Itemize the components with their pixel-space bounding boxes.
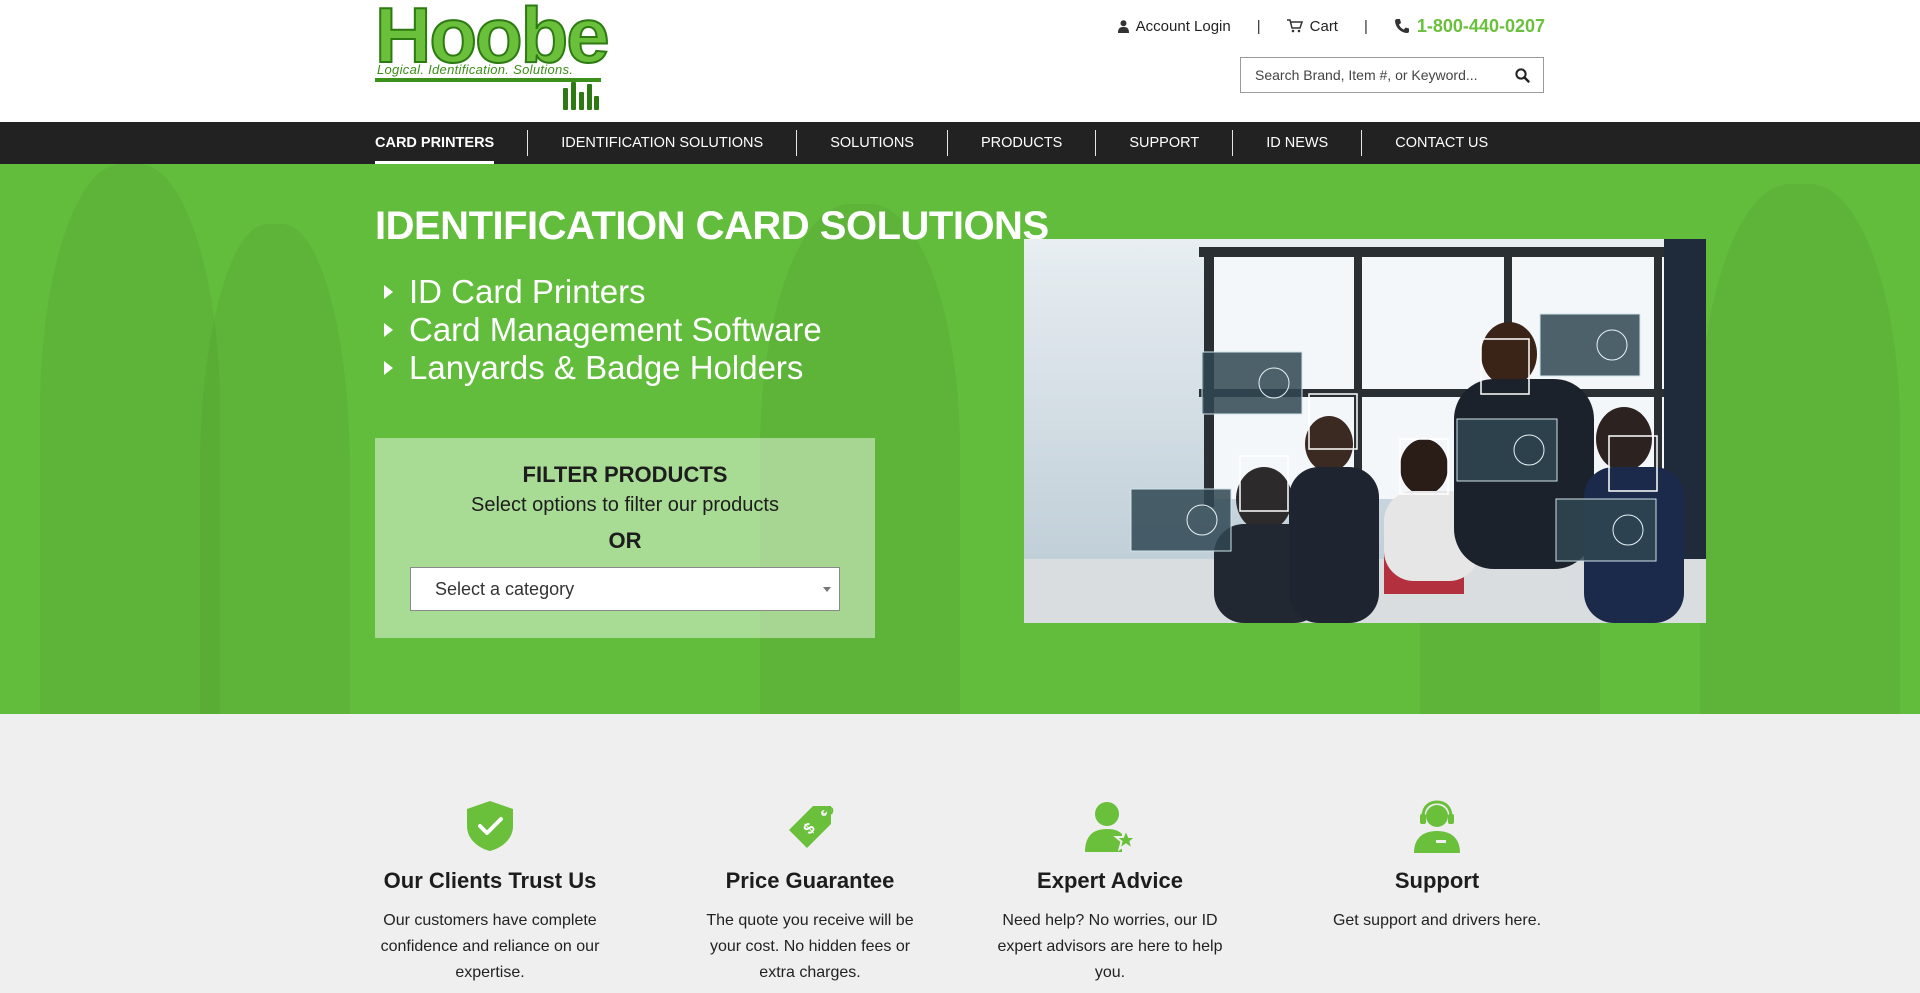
hoobe-logo[interactable]: Hoobe Logical. Identification. Solutions…: [374, 0, 611, 110]
feature-text: The quote you receive will be your cost.…: [706, 912, 914, 981]
search-button[interactable]: [1501, 58, 1543, 92]
hero-photo-face-recognition: [1024, 239, 1706, 623]
nav-divider: [946, 130, 948, 156]
background-figure: [1700, 184, 1900, 714]
cart-link[interactable]: Cart: [1286, 17, 1338, 35]
chevron-down-icon: [823, 586, 831, 592]
feature-text: Get support and drivers here.: [1332, 912, 1542, 929]
user-icon: [1117, 19, 1129, 33]
hero-link-card-management-software[interactable]: Card Management Software: [384, 311, 822, 349]
nav-item-card-printers[interactable]: CARD PRINTERS: [375, 122, 495, 164]
price-tag-icon: $: [789, 806, 834, 848]
feature-text: Need help? No worries, our ID expert adv…: [997, 912, 1223, 981]
nav-divider: [796, 130, 798, 156]
feature-clients-trust: Our Clients Trust Us Our customers have …: [370, 800, 610, 986]
hero-link-label: Lanyards & Badge Holders: [409, 349, 804, 386]
phone-number: 1-800-440-0207: [1416, 15, 1545, 36]
account-login-link[interactable]: Account Login: [1117, 17, 1231, 35]
site-header: Hoobe Logical. Identification. Solutions…: [0, 0, 1920, 122]
hero-title: IDENTIFICATION CARD SOLUTIONS: [375, 204, 1049, 248]
background-figure: [200, 224, 350, 714]
logo-tagline: Logical. Identification. Solutions.: [377, 62, 574, 77]
shield-check-icon: [467, 801, 513, 851]
feature-price-guarantee: $ Price Guarantee The quote you receive …: [690, 800, 930, 986]
category-select-value: Select a category: [435, 578, 575, 599]
caret-right-icon: [384, 361, 393, 375]
hero-link-lanyards-badge-holders[interactable]: Lanyards & Badge Holders: [384, 349, 822, 387]
separator: |: [1256, 17, 1261, 35]
search-box: [1240, 57, 1544, 93]
feature-expert-advice: Expert Advice Need help? No worries, our…: [990, 800, 1230, 986]
features-section: Our Clients Trust Us Our customers have …: [0, 714, 1920, 993]
feature-title: Support: [1394, 868, 1480, 893]
hero-link-id-card-printers[interactable]: ID Card Printers: [384, 273, 822, 311]
nav-item-identification-solutions[interactable]: IDENTIFICATION SOLUTIONS: [561, 122, 763, 164]
account-login-label: Account Login: [1135, 17, 1231, 35]
filter-subtitle: Select options to filter our products: [471, 494, 779, 516]
caret-right-icon: [384, 285, 393, 299]
header-utility-links: Account Login | Cart | 1-800-440-0207: [1117, 14, 1545, 38]
feature-title: Expert Advice: [1037, 868, 1183, 893]
search-input[interactable]: [1241, 60, 1501, 90]
feature-support: Support Get support and drivers here.: [1317, 800, 1557, 934]
search-icon: [1514, 67, 1530, 83]
phone-link[interactable]: 1-800-440-0207: [1394, 16, 1545, 37]
feature-title: Our Clients Trust Us: [383, 868, 597, 893]
nav-divider: [1095, 130, 1097, 156]
background-figure: [40, 164, 220, 714]
category-select[interactable]: Select a category: [410, 567, 840, 611]
nav-item-support[interactable]: SUPPORT: [1129, 122, 1199, 164]
expert-user-icon: [1085, 802, 1137, 852]
filter-or-label: OR: [608, 528, 642, 553]
logo-bars-icon: [563, 82, 599, 110]
hero-link-label: Card Management Software: [409, 311, 822, 348]
headset-support-icon: [1414, 800, 1460, 853]
separator: |: [1363, 17, 1368, 35]
filter-title: FILTER PRODUCTS: [522, 462, 728, 487]
hero-link-label: ID Card Printers: [409, 273, 646, 310]
cart-icon: [1286, 19, 1303, 33]
nav-item-id-news[interactable]: ID NEWS: [1266, 122, 1328, 164]
nav-divider: [527, 130, 529, 156]
hero-banner: IDENTIFICATION CARD SOLUTIONS ID Card Pr…: [0, 164, 1920, 714]
feature-title: Price Guarantee: [725, 868, 895, 893]
feature-text: Our customers have complete confidence a…: [380, 912, 600, 981]
cart-label: Cart: [1309, 17, 1338, 35]
filter-products-panel: FILTER PRODUCTS Select options to filter…: [375, 438, 875, 638]
nav-item-solutions[interactable]: SOLUTIONS: [830, 122, 914, 164]
caret-right-icon: [384, 323, 393, 337]
office-team-illustration: [1024, 239, 1706, 623]
nav-divider: [1232, 130, 1234, 156]
nav-item-contact-us[interactable]: CONTACT US: [1395, 122, 1488, 164]
nav-item-products[interactable]: PRODUCTS: [981, 122, 1062, 164]
nav-divider: [1361, 130, 1363, 156]
main-navigation: CARD PRINTERS IDENTIFICATION SOLUTIONS S…: [0, 122, 1920, 164]
phone-icon: [1394, 19, 1409, 33]
hero-link-list: ID Card Printers Card Management Softwar…: [384, 273, 822, 387]
